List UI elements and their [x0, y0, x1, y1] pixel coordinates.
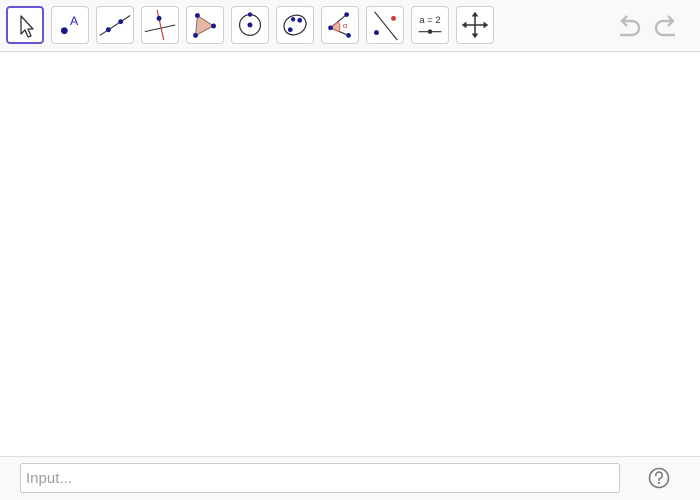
slider-tool-button[interactable]: a = 2	[411, 6, 449, 44]
algebra-input-field[interactable]	[20, 463, 620, 493]
perpendicular-line-icon	[144, 9, 176, 41]
point-label: A	[70, 14, 79, 28]
arrow-cursor-icon	[20, 15, 34, 38]
move-arrows-icon	[461, 11, 489, 39]
reflect-icon	[374, 11, 398, 41]
slider-icon: a = 2	[418, 15, 442, 34]
circle-center-icon	[238, 12, 262, 37]
input-bar	[0, 456, 700, 500]
slider-label: a = 2	[419, 15, 440, 26]
line-through-points-icon	[99, 15, 131, 36]
reflect-tool-button[interactable]	[366, 6, 404, 44]
ellipse-icon	[283, 14, 307, 36]
angle-tool-button[interactable]: α	[321, 6, 359, 44]
redo-icon[interactable]	[651, 12, 681, 40]
move-tool-button[interactable]	[6, 6, 44, 44]
polygon-icon	[193, 13, 216, 38]
help-icon[interactable]	[648, 467, 670, 489]
angle-icon: α	[328, 12, 351, 38]
graphics-view[interactable]	[0, 52, 700, 456]
undo-icon[interactable]	[614, 12, 644, 40]
point-tool-button[interactable]: A	[51, 6, 89, 44]
ellipse-tool-button[interactable]	[276, 6, 314, 44]
toolbar: A α a = 2	[0, 0, 700, 52]
polygon-tool-button[interactable]	[186, 6, 224, 44]
angle-label: α	[343, 21, 348, 30]
line-tool-button[interactable]	[96, 6, 134, 44]
move-graphics-view-tool-button[interactable]	[456, 6, 494, 44]
point-icon: A	[60, 14, 79, 35]
perpendicular-line-tool-button[interactable]	[141, 6, 179, 44]
circle-center-tool-button[interactable]	[231, 6, 269, 44]
